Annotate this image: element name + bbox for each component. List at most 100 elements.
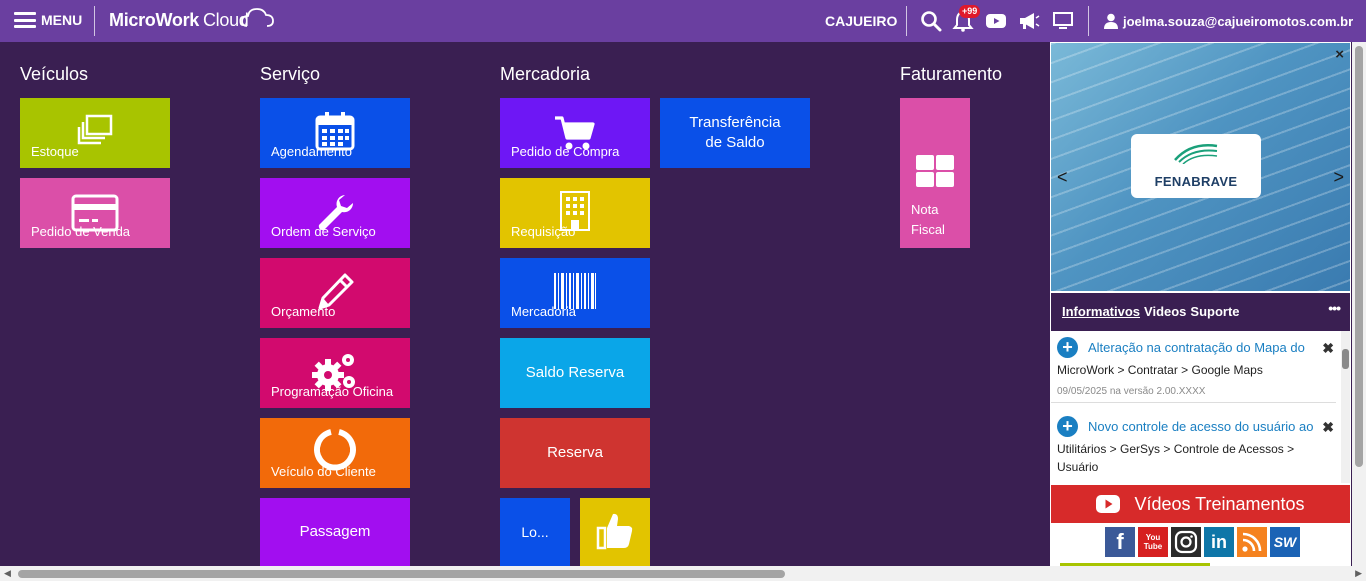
app-logo[interactable]: MicroWork Cloud — [109, 7, 275, 31]
news-date: 09/05/2025 na versão 2.00.XXXX — [1057, 386, 1206, 397]
tile-label: Requisição — [511, 224, 576, 239]
tile-label-line1: Transferência — [689, 114, 781, 131]
divider — [94, 6, 95, 36]
page-horizontal-scrollbar[interactable]: ◀ ▶ — [0, 566, 1366, 581]
news-title[interactable]: Alteração na contratação do Mapa do — [1088, 340, 1305, 355]
scroll-left-arrow-icon[interactable]: ◀ — [4, 568, 11, 579]
videos-label: Vídeos Treinamentos — [1134, 493, 1305, 514]
monitor-icon[interactable] — [1052, 10, 1074, 32]
grid-icon — [916, 155, 954, 187]
tile-label: Transferência de Saldo — [660, 98, 810, 168]
section-title-servico: Serviço — [260, 64, 321, 84]
tile-orcamento[interactable]: Orçamento — [260, 258, 410, 328]
banner-carousel[interactable]: × < > FENABRAVE — [1051, 43, 1350, 291]
plus-circle-icon[interactable]: + — [1057, 415, 1078, 437]
news-item[interactable]: + Novo controle de acesso do usuário ao … — [1051, 415, 1336, 476]
section-title-mercadoria: Mercadoria — [500, 64, 591, 84]
tile-label: Saldo Reserva — [525, 364, 625, 381]
tile-label: Nota Fiscal — [911, 200, 945, 240]
banner-close-button[interactable]: × — [1335, 46, 1344, 63]
tile-label: Estoque — [31, 144, 79, 159]
tile-label: Agendamento — [271, 144, 352, 159]
youtube-icon[interactable]: You Tube — [1138, 527, 1168, 557]
tile-label: Passagem — [299, 523, 371, 540]
tile-agendamento[interactable]: Agendamento — [260, 98, 410, 168]
videos-treinamentos-button[interactable]: Vídeos Treinamentos — [1051, 485, 1350, 523]
social-links: f You Tube in SW — [1105, 527, 1300, 557]
scrollbar-thumb[interactable] — [18, 570, 785, 578]
news-close-button[interactable]: ✖ — [1322, 419, 1334, 436]
linkedin-icon[interactable]: in — [1204, 527, 1234, 557]
tab-suporte[interactable]: Suporte — [1190, 304, 1239, 319]
news-path: Utilitários > GerSys > Controle de Acess… — [1057, 442, 1295, 474]
news-scrollbar[interactable] — [1341, 331, 1350, 483]
stack-icon — [77, 114, 113, 145]
tab-informativos[interactable]: Informativos — [1062, 304, 1140, 319]
plus-circle-icon[interactable]: + — [1057, 336, 1078, 358]
hamburger-icon — [14, 12, 36, 28]
info-tabs-header: Informativos Videos Suporte ••• — [1051, 293, 1350, 331]
company-name[interactable]: CAJUEIRO — [825, 13, 897, 29]
tile-label: Lo... — [521, 524, 549, 540]
tile-label: Pedido de Compra — [511, 144, 620, 159]
tile-label: Veículo do Cliente — [271, 464, 376, 479]
user-icon — [1104, 13, 1118, 29]
tile-like[interactable] — [580, 498, 650, 566]
tile-veiculo-do-cliente[interactable]: Veículo do Cliente — [260, 418, 410, 488]
tile-label: Mercadoria — [511, 304, 577, 319]
carousel-prev-button[interactable]: < — [1057, 167, 1068, 188]
tile-lo[interactable]: Lo... — [500, 498, 570, 566]
tile-label: Pedido de Venda — [31, 224, 131, 239]
tile-mercadoria[interactable]: Mercadoria — [500, 258, 650, 328]
tile-saldo-reserva[interactable]: Saldo Reserva — [500, 338, 650, 408]
tile-pedido-de-compra[interactable]: Pedido de Compra — [500, 98, 650, 168]
fenabrave-mark-icon — [1174, 144, 1218, 164]
thumbs-up-icon — [596, 513, 633, 550]
tile-ordem-de-servico[interactable]: Ordem de Serviço — [260, 178, 410, 248]
carousel-next-button[interactable]: > — [1333, 167, 1344, 188]
tile-label: Reserva — [547, 444, 603, 461]
youtube-icon — [1096, 495, 1121, 513]
tile-programacao-oficina[interactable]: Programação Oficina — [260, 338, 410, 408]
scrollbar-thumb[interactable] — [1355, 46, 1363, 467]
top-bar: MENU MicroWork Cloud CAJUEIRO +99 joelma… — [0, 0, 1366, 42]
tile-transferencia-de-saldo[interactable]: Transferência de Saldo — [660, 98, 810, 168]
tile-label-line1: Nota — [911, 202, 939, 217]
youtube-icon[interactable] — [985, 10, 1007, 32]
divider — [906, 6, 907, 36]
tile-label: Programação Oficina — [271, 384, 394, 399]
tab-videos[interactable]: Videos — [1144, 304, 1186, 319]
news-item[interactable]: + Alteração na contratação do Mapa do ✖ … — [1051, 336, 1336, 403]
search-icon[interactable] — [920, 10, 942, 32]
news-path: MicroWork > Contratar > Google Maps — [1057, 363, 1263, 377]
more-options-button[interactable]: ••• — [1328, 300, 1341, 316]
tile-label-line2: de Saldo — [705, 134, 765, 151]
tile-label: Orçamento — [271, 304, 336, 319]
news-title[interactable]: Novo controle de acesso do usuário ao — [1088, 419, 1313, 434]
notification-badge: +99 — [959, 5, 981, 18]
instagram-icon[interactable] — [1171, 527, 1201, 557]
tile-estoque[interactable]: Estoque — [20, 98, 170, 168]
rss-icon[interactable] — [1237, 527, 1267, 557]
user-account[interactable]: joelma.souza@cajueiromotos.com.br — [1104, 13, 1353, 29]
page-vertical-scrollbar[interactable] — [1352, 42, 1366, 566]
tile-reserva[interactable]: Reserva — [500, 418, 650, 488]
facebook-icon[interactable]: f — [1105, 527, 1135, 557]
logo-text-bold: MicroWork — [109, 10, 199, 30]
news-list: + Alteração na contratação do Mapa do ✖ … — [1051, 331, 1350, 483]
tile-requisicao[interactable]: Requisição — [500, 178, 650, 248]
news-close-button[interactable]: ✖ — [1322, 340, 1334, 357]
scrollbar-thumb[interactable] — [1342, 349, 1349, 369]
side-panel: × < > FENABRAVE Informativos Videos Supo… — [1050, 42, 1351, 566]
user-email: joelma.souza@cajueiromotos.com.br — [1123, 13, 1354, 29]
sw-icon[interactable]: SW — [1270, 527, 1300, 557]
tile-pedido-de-venda[interactable]: Pedido de Venda — [20, 178, 170, 248]
section-title-faturamento: Faturamento — [900, 64, 1003, 84]
tile-passagem[interactable]: Passagem — [260, 498, 410, 566]
menu-button[interactable]: MENU — [14, 12, 82, 28]
megaphone-icon[interactable] — [1018, 10, 1040, 32]
scroll-right-arrow-icon[interactable]: ▶ — [1355, 568, 1362, 579]
fenabrave-text: FENABRAVE — [1154, 174, 1238, 189]
tile-nota-fiscal[interactable]: Nota Fiscal — [900, 98, 970, 248]
divider — [1088, 6, 1089, 36]
